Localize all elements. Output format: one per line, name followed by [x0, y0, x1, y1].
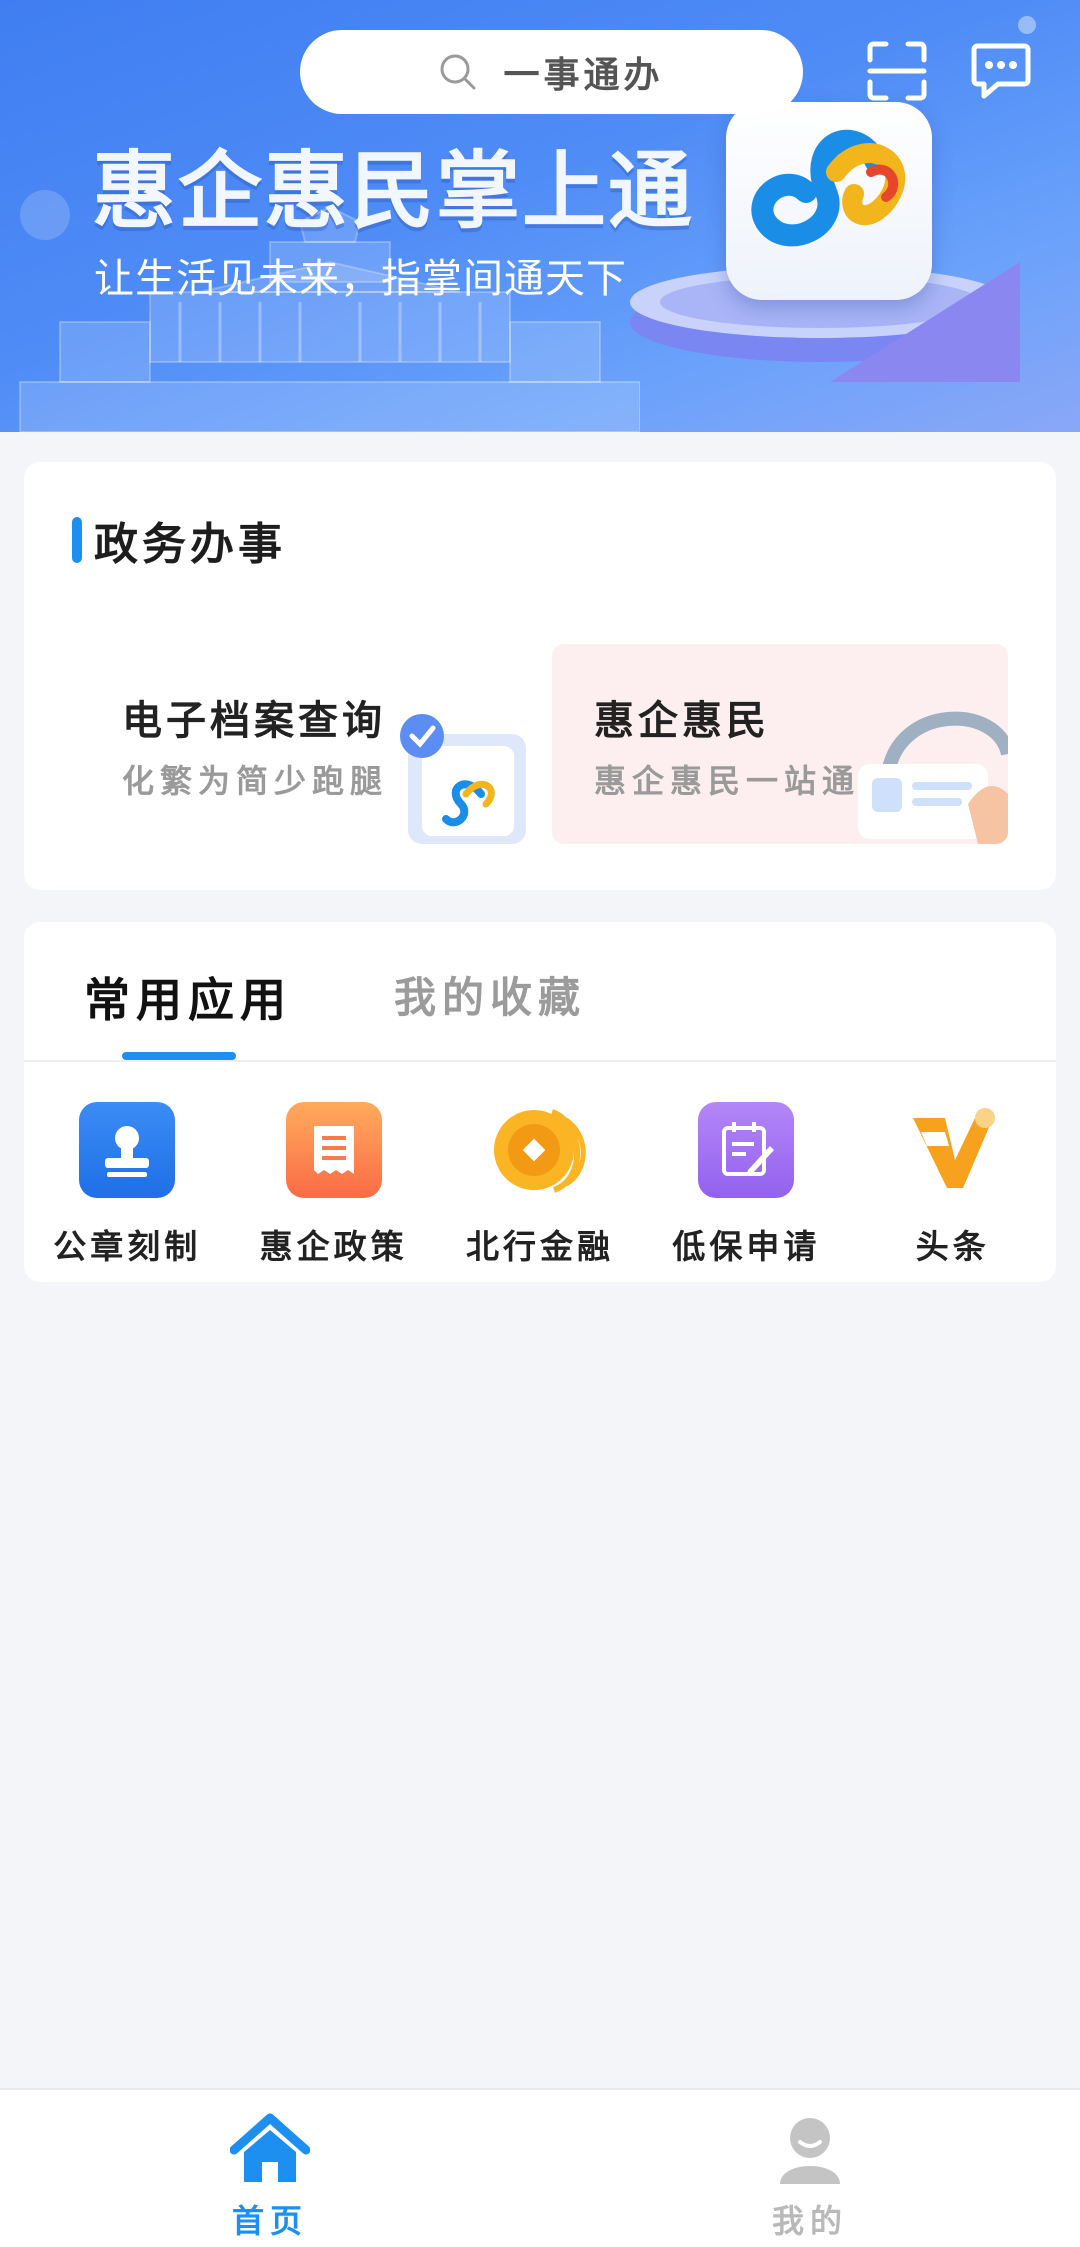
app-label: 惠企政策: [259, 1227, 408, 1266]
service-title: 电子档案查询: [122, 698, 386, 744]
headline-icon: [905, 1102, 1001, 1198]
service-subtitle: 化繁为简少跑腿: [122, 762, 389, 800]
service-title: 惠企惠民: [594, 698, 770, 744]
nav-home[interactable]: 首页: [170, 2112, 370, 2242]
message-icon[interactable]: [970, 40, 1032, 102]
section-title: 政务办事: [72, 508, 286, 572]
app-enterprise-policy[interactable]: 惠企政策: [230, 1102, 436, 1268]
app-label: 公章刻制: [53, 1227, 202, 1266]
app-label: 低保申请: [672, 1227, 821, 1266]
app-seal-engraving[interactable]: 公章刻制: [24, 1102, 230, 1268]
active-tab-indicator: [122, 1052, 236, 1060]
app-label: 头条: [915, 1227, 990, 1266]
id-card-illustration-icon: [858, 711, 1008, 844]
banner-title: 惠企惠民掌上通: [92, 142, 695, 240]
bottom-navigation: 首页 我的: [0, 2088, 1080, 2247]
coin-icon: [492, 1102, 588, 1198]
banner-subtitle: 让生活见未来，指掌间通天下: [94, 256, 627, 302]
seal-icon: [79, 1102, 176, 1198]
application-form-icon: [698, 1102, 795, 1198]
document-icon: [285, 1102, 382, 1198]
app-logo: [726, 102, 932, 300]
archive-illustration-icon: [400, 714, 526, 844]
apps-grid: 公章刻制 惠企政策 北行金融 低保申请 头条: [24, 1102, 1056, 1268]
service-subtitle: 惠企惠民一站通: [594, 762, 861, 800]
app-beixing-finance[interactable]: 北行金融: [437, 1102, 643, 1268]
service-huiqi-huimin[interactable]: 惠企惠民 惠企惠民一站通: [552, 644, 1008, 844]
app-headline[interactable]: 头条: [850, 1102, 1056, 1268]
home-icon: [230, 2113, 310, 2182]
tab-common-apps[interactable]: 常用应用: [84, 964, 292, 1030]
section-title-text: 政务办事: [94, 519, 286, 570]
user-icon: [780, 2118, 840, 2184]
service-e-archive[interactable]: 电子档案查询 化繁为简少跑腿: [80, 644, 536, 844]
search-icon: [440, 54, 476, 90]
search-bar[interactable]: 一事通办: [300, 30, 803, 114]
tab-my-favorites[interactable]: 我的收藏: [394, 964, 586, 1025]
nav-mine[interactable]: 我的: [710, 2112, 910, 2242]
scan-icon[interactable]: [866, 40, 928, 102]
app-logo-icon: [751, 129, 906, 247]
hero-banner: 惠企惠民掌上通 让生活见未来，指掌间通天下 一事通办: [0, 0, 1080, 432]
nav-label: 首页: [231, 2202, 308, 2240]
app-subsistence-application[interactable]: 低保申请: [643, 1102, 849, 1268]
app-label: 北行金融: [465, 1227, 614, 1266]
nav-label: 我的: [771, 2202, 848, 2240]
section-accent-bar: [72, 517, 82, 563]
apps-card: 常用应用 我的收藏 公章刻制 惠企政策 北行金融 低保申请 头条: [24, 922, 1056, 1282]
government-services-card: 政务办事 电子档案查询 化繁为简少跑腿 惠企惠民 惠企惠民一站通: [24, 462, 1056, 890]
search-placeholder: 一事通办: [503, 55, 664, 96]
apps-tabs: 常用应用 我的收藏: [24, 922, 1056, 1062]
